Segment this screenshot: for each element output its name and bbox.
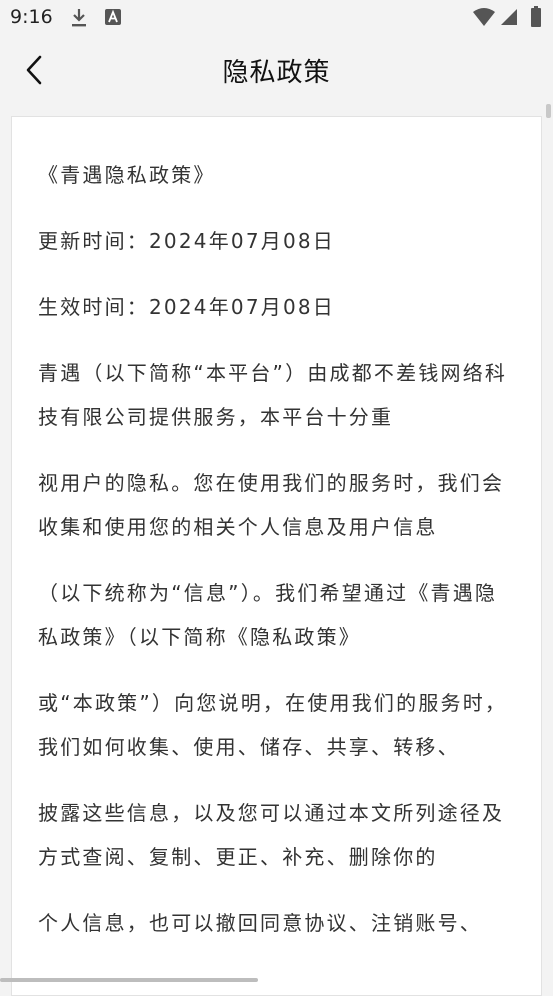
a-notification-icon (105, 9, 121, 25)
updated-date: 更新时间：2024年07月08日 (38, 229, 335, 253)
policy-paragraph: 青遇（以下简称“本平台”）由成都不差钱网络科技有限公司提供服务，本平台十分重 (38, 361, 508, 429)
horizontal-scrollbar[interactable] (0, 978, 258, 982)
app-bar: 隐私政策 (0, 36, 553, 108)
signal-icon (501, 9, 517, 25)
policy-content: 《青遇隐私政策》 更新时间：2024年07月08日 生效时间：2024年07月0… (38, 153, 518, 967)
policy-card: 《青遇隐私政策》 更新时间：2024年07月08日 生效时间：2024年07月0… (11, 116, 542, 996)
policy-paragraph: （以下统称为“信息”）。我们希望通过《青遇隐私政策》（以下简称《隐私政策》 (38, 581, 498, 649)
page-title: 隐私政策 (222, 58, 331, 88)
policy-paragraph: 披露这些信息，以及您可以通过本文所列途径及方式查阅、复制、更正、补充、删除你的 (38, 801, 505, 869)
status-time: 9:16 (10, 6, 53, 28)
policy-paragraph: 个人信息，也可以撤回同意协议、注销账号、 (38, 911, 482, 935)
policy-paragraph: 或“本政策”）向您说明，在使用我们的服务时，我们如何收集、使用、储存、共享、转移… (38, 691, 508, 759)
document-title: 《青遇隐私政策》 (38, 163, 216, 187)
download-icon (72, 9, 86, 27)
effective-date: 生效时间：2024年07月08日 (38, 295, 335, 319)
vertical-scrollbar[interactable] (546, 104, 551, 118)
wifi-icon (473, 8, 495, 26)
status-bar: 9:16 (0, 0, 553, 36)
battery-icon (531, 6, 541, 27)
policy-paragraph: 视用户的隐私。您在使用我们的服务时，我们会收集和使用您的相关个人信息及用户信息 (38, 471, 505, 539)
